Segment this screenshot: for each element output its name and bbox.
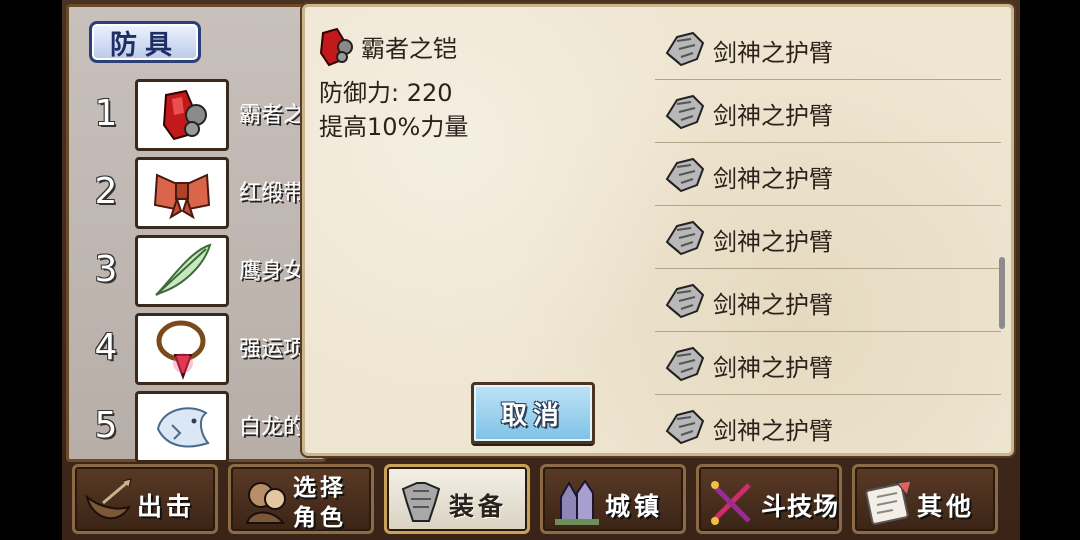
red-armor-icon	[135, 79, 229, 151]
slot-name: 白龙的	[239, 415, 306, 440]
nav-equipment-button[interactable]: 装备	[384, 464, 530, 534]
armor-slot-3[interactable]: 3 鹰身女	[69, 233, 329, 309]
armor-slot-4[interactable]: 4 强运项	[69, 311, 329, 387]
nav-label: 出击	[137, 492, 196, 521]
slot-number: 1	[94, 93, 118, 134]
nav-arena-button[interactable]: 斗技场	[696, 464, 842, 534]
bottom-nav: 出击 选择 角色 装备 城镇 斗技场 其他	[66, 462, 1016, 538]
ribbon-icon	[135, 157, 229, 229]
red-armor-icon	[317, 27, 355, 71]
list-item-label: 剑神之护臂	[713, 39, 833, 67]
list-item[interactable]: 剑神之护臂	[655, 332, 1001, 395]
nav-sortie-button[interactable]: 出击	[72, 464, 218, 534]
nav-label: 选择 角色	[293, 475, 347, 531]
list-item-label: 剑神之护臂	[713, 102, 833, 130]
selected-item-defense: 防御力: 220	[319, 79, 453, 107]
town-icon	[551, 477, 603, 527]
sortie-icon	[83, 477, 135, 527]
armor-slot-2[interactable]: 2 红缎带	[69, 155, 329, 231]
list-scrollbar[interactable]	[999, 257, 1005, 329]
armor-slot-1[interactable]: 1 霸者之	[69, 77, 329, 153]
nav-label: 斗技场	[761, 492, 840, 521]
slot-name: 红缎带	[239, 181, 306, 206]
dragon-icon	[135, 391, 229, 463]
feather-icon	[135, 235, 229, 307]
slot-name: 强运项	[239, 337, 306, 362]
list-item[interactable]: 剑神之护臂	[655, 206, 1001, 269]
character-icon	[239, 477, 291, 527]
nav-character-button[interactable]: 选择 角色	[228, 464, 374, 534]
gauntlet-icon	[663, 218, 707, 262]
equipment-icon	[395, 477, 447, 527]
nav-label: 装备	[449, 492, 508, 521]
slot-name: 鹰身女	[239, 259, 306, 284]
armor-panel: 防具 1 霸者之 2 红缎带 3 鹰身女 4 强运项 5 白龙的	[66, 4, 329, 465]
nav-label: 城镇	[605, 492, 664, 521]
game-screen: 防具 1 霸者之 2 红缎带 3 鹰身女 4 强运项 5 白龙的 霸者之铠 防御…	[62, 0, 1020, 540]
slot-name: 霸者之	[239, 103, 306, 128]
arena-icon	[707, 477, 759, 527]
slot-number: 2	[94, 171, 118, 212]
gauntlet-icon	[663, 29, 707, 73]
list-item-label: 剑神之护臂	[713, 354, 833, 382]
cancel-button[interactable]: 取消	[471, 382, 595, 444]
armor-panel-title: 防具	[89, 21, 201, 63]
list-item[interactable]: 剑神之护臂	[655, 143, 1001, 206]
nav-town-button[interactable]: 城镇	[540, 464, 686, 534]
list-item[interactable]: 剑神之护臂	[655, 80, 1001, 143]
gauntlet-icon	[663, 92, 707, 136]
selected-item-effect: 提高10%力量	[319, 113, 469, 141]
list-item-label: 剑神之护臂	[713, 291, 833, 319]
list-item-label: 剑神之护臂	[713, 417, 833, 445]
slot-number: 5	[94, 405, 118, 446]
nav-other-button[interactable]: 其他	[852, 464, 998, 534]
list-item-label: 剑神之护臂	[713, 228, 833, 256]
gauntlet-icon	[663, 407, 707, 451]
equipment-detail-panel: 霸者之铠 防御力: 220 提高10%力量 取消 剑神之护臂 剑神之护臂 剑神之…	[302, 4, 1014, 456]
list-item-label: 剑神之护臂	[713, 165, 833, 193]
list-item[interactable]: 剑神之护臂	[655, 269, 1001, 332]
necklace-icon	[135, 313, 229, 385]
gauntlet-icon	[663, 155, 707, 199]
gauntlet-icon	[663, 281, 707, 325]
other-icon	[863, 477, 915, 527]
nav-label: 其他	[917, 492, 976, 521]
armor-slot-5[interactable]: 5 白龙的	[69, 389, 329, 465]
list-item[interactable]: 剑神之护臂	[655, 395, 1001, 458]
list-item[interactable]: 剑神之护臂	[655, 17, 1001, 80]
gauntlet-icon	[663, 344, 707, 388]
slot-number: 3	[94, 249, 118, 290]
slot-number: 4	[94, 327, 118, 368]
selected-item-name: 霸者之铠	[361, 35, 457, 63]
